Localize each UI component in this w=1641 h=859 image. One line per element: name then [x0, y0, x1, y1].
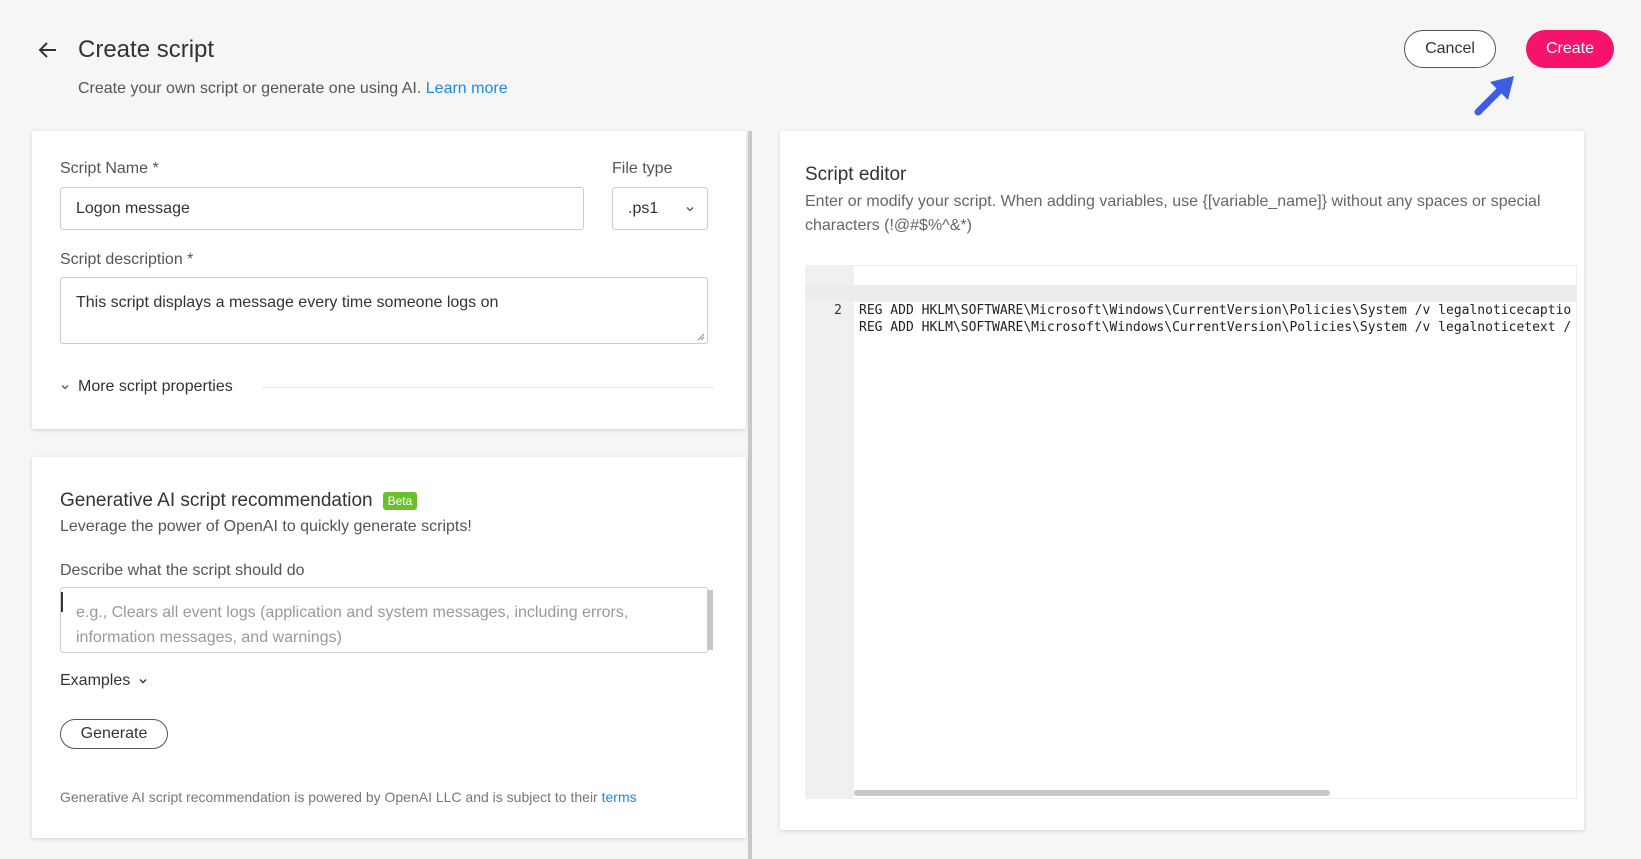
resize-handle-icon[interactable] [697, 333, 705, 341]
prompt-input[interactable]: e.g., Clears all event logs (application… [60, 587, 708, 653]
ai-panel-title: Generative AI script recommendation [60, 490, 373, 511]
more-properties-toggle[interactable]: More script properties [60, 378, 233, 396]
script-description-label: Script description * [60, 251, 194, 268]
script-name-input[interactable]: Logon message [60, 187, 584, 230]
chevron-down-icon [61, 385, 69, 390]
script-description-value: This script displays a message every tim… [76, 294, 499, 311]
editor-title: Script editor [805, 164, 907, 185]
editor-horizontal-scrollbar[interactable] [854, 790, 1330, 796]
back-arrow-icon[interactable] [36, 38, 60, 62]
subtitle-text: Create your own script or generate one u… [78, 80, 422, 97]
examples-toggle[interactable]: Examples [60, 672, 148, 690]
pointer-arrow-icon [1474, 76, 1514, 116]
prompt-placeholder: e.g., Clears all event logs (application… [76, 604, 629, 646]
terms-link[interactable]: terms [602, 789, 637, 805]
page-subtitle: Create your own script or generate one u… [78, 80, 508, 98]
beta-badge: Beta [382, 492, 418, 510]
file-type-label: File type [612, 160, 673, 177]
left-panel-scrollbar[interactable] [748, 131, 752, 859]
code-line[interactable]: 1 REG ADD HKLM\SOFTWARE\Microsoft\Window… [806, 268, 1576, 318]
learn-more-link[interactable]: Learn more [426, 80, 508, 97]
script-name-label: Script Name * [60, 160, 159, 177]
examples-label: Examples [60, 672, 131, 689]
file-type-select[interactable]: .ps1 [612, 187, 708, 230]
page-title: Create script [78, 36, 215, 63]
chevron-down-icon [139, 679, 147, 684]
prompt-label: Describe what the script should do [60, 562, 305, 579]
text-cursor [61, 592, 63, 612]
generate-button[interactable]: Generate [60, 719, 168, 749]
prompt-scrollbar[interactable] [708, 590, 713, 650]
ai-panel-heading: Generative AI script recommendation Beta [60, 490, 418, 512]
code-text: REG ADD HKLM\SOFTWARE\Microsoft\Windows\… [859, 320, 1572, 335]
footer-text: Generative AI script recommendation is p… [60, 789, 598, 805]
line-number: 2 [834, 303, 842, 318]
create-button[interactable]: Create [1526, 30, 1614, 68]
ai-panel-subtitle: Leverage the power of OpenAI to quickly … [60, 518, 472, 535]
editor-description: Enter or modify your script. When adding… [805, 193, 1541, 234]
chevron-down-icon [686, 207, 694, 212]
ai-footer-note: Generative AI script recommendation is p… [60, 789, 637, 805]
script-description-input[interactable]: This script displays a message every tim… [60, 277, 708, 344]
code-editor[interactable]: 1 REG ADD HKLM\SOFTWARE\Microsoft\Window… [805, 265, 1577, 799]
code-line[interactable]: 2 REG ADD HKLM\SOFTWARE\Microsoft\Window… [806, 285, 1576, 335]
file-type-value: .ps1 [628, 199, 659, 217]
cancel-button[interactable]: Cancel [1404, 30, 1496, 68]
more-properties-label: More script properties [78, 378, 233, 395]
divider [262, 387, 714, 388]
code-text: REG ADD HKLM\SOFTWARE\Microsoft\Windows\… [859, 303, 1572, 318]
